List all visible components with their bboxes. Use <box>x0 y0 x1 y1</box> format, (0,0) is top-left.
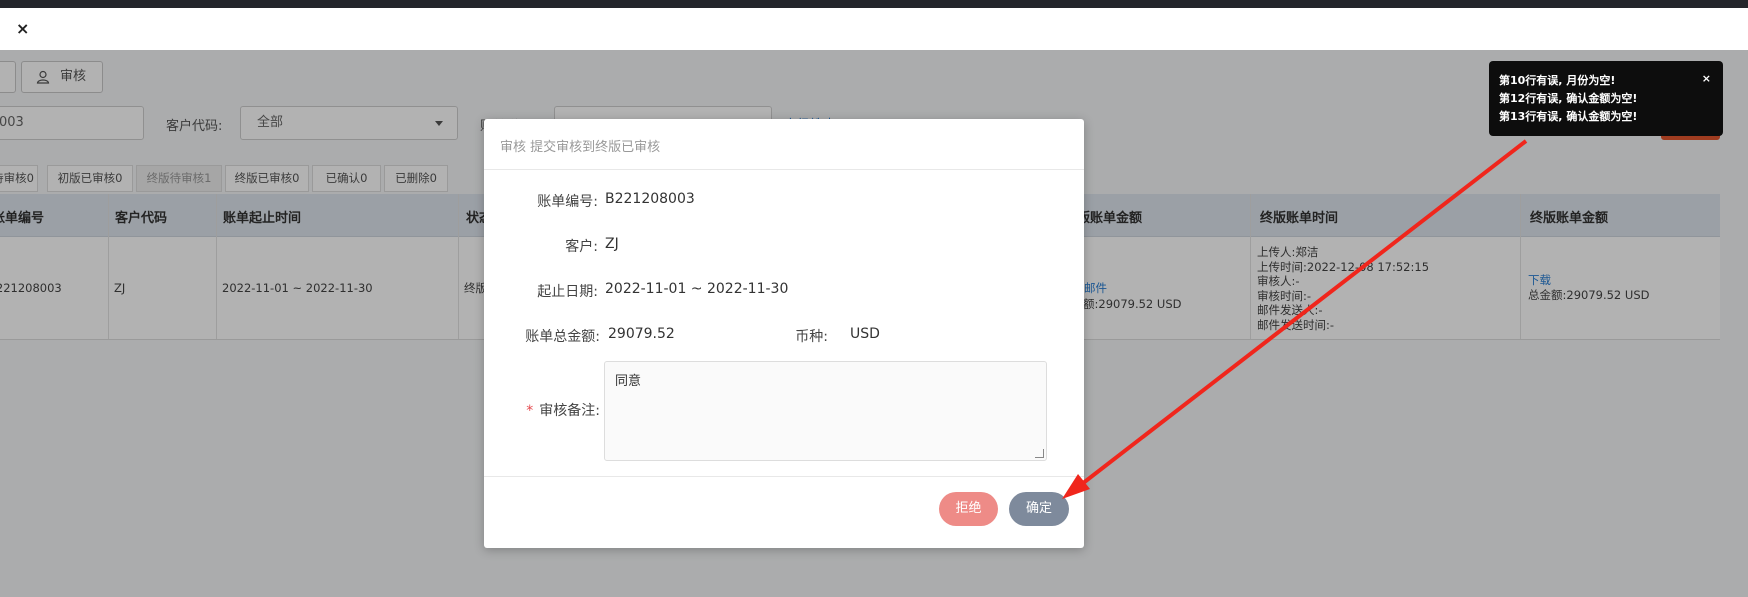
date-value: 2022-11-01 ~ 2022-11-30 <box>605 281 789 297</box>
required-mark: * <box>526 403 534 419</box>
dialog-footer-divider <box>484 476 1084 477</box>
confirm-button[interactable]: 确定 <box>1009 492 1069 526</box>
total-value: 29079.52 <box>608 326 675 342</box>
dialog-header-divider <box>484 169 1084 170</box>
reject-button[interactable]: 拒绝 <box>939 492 998 526</box>
toast-line: 第10行有误, 月份为空! <box>1499 74 1616 87</box>
error-toast: 第10行有误, 月份为空! 第12行有误, 确认金额为空! 第13行有误, 确认… <box>1489 61 1723 136</box>
toast-line: 第12行有误, 确认金额为空! <box>1499 92 1638 105</box>
total-label: 账单总金额: <box>525 329 600 345</box>
toast-close-icon[interactable]: × <box>1702 72 1711 85</box>
currency-value: USD <box>850 326 880 342</box>
toast-line: 第13行有误, 确认金额为空! <box>1499 110 1638 123</box>
dialog-title: 审核 提交审核到终版已审核 <box>500 140 661 155</box>
top-bar <box>0 0 1748 8</box>
review-dialog: 审核 提交审核到终版已审核 账单编号: B221208003 客户: ZJ 起止… <box>484 119 1084 548</box>
resize-handle-icon[interactable] <box>1035 449 1044 458</box>
customer-value: ZJ <box>605 236 619 252</box>
bill-no-label: 账单编号: <box>537 194 598 210</box>
bill-no-value: B221208003 <box>605 191 695 207</box>
remark-textarea[interactable]: 同意 <box>604 361 1047 461</box>
customer-label: 客户: <box>565 239 598 255</box>
tab-close-icon[interactable]: × <box>16 20 29 38</box>
remark-label-wrap: * 审核备注: <box>504 400 600 420</box>
currency-label: 币种: <box>795 329 828 345</box>
date-label: 起止日期: <box>537 284 598 300</box>
tab-bar: × <box>0 8 1748 51</box>
remark-textarea-value: 同意 <box>615 374 642 389</box>
remark-label: 审核备注: <box>539 403 600 419</box>
